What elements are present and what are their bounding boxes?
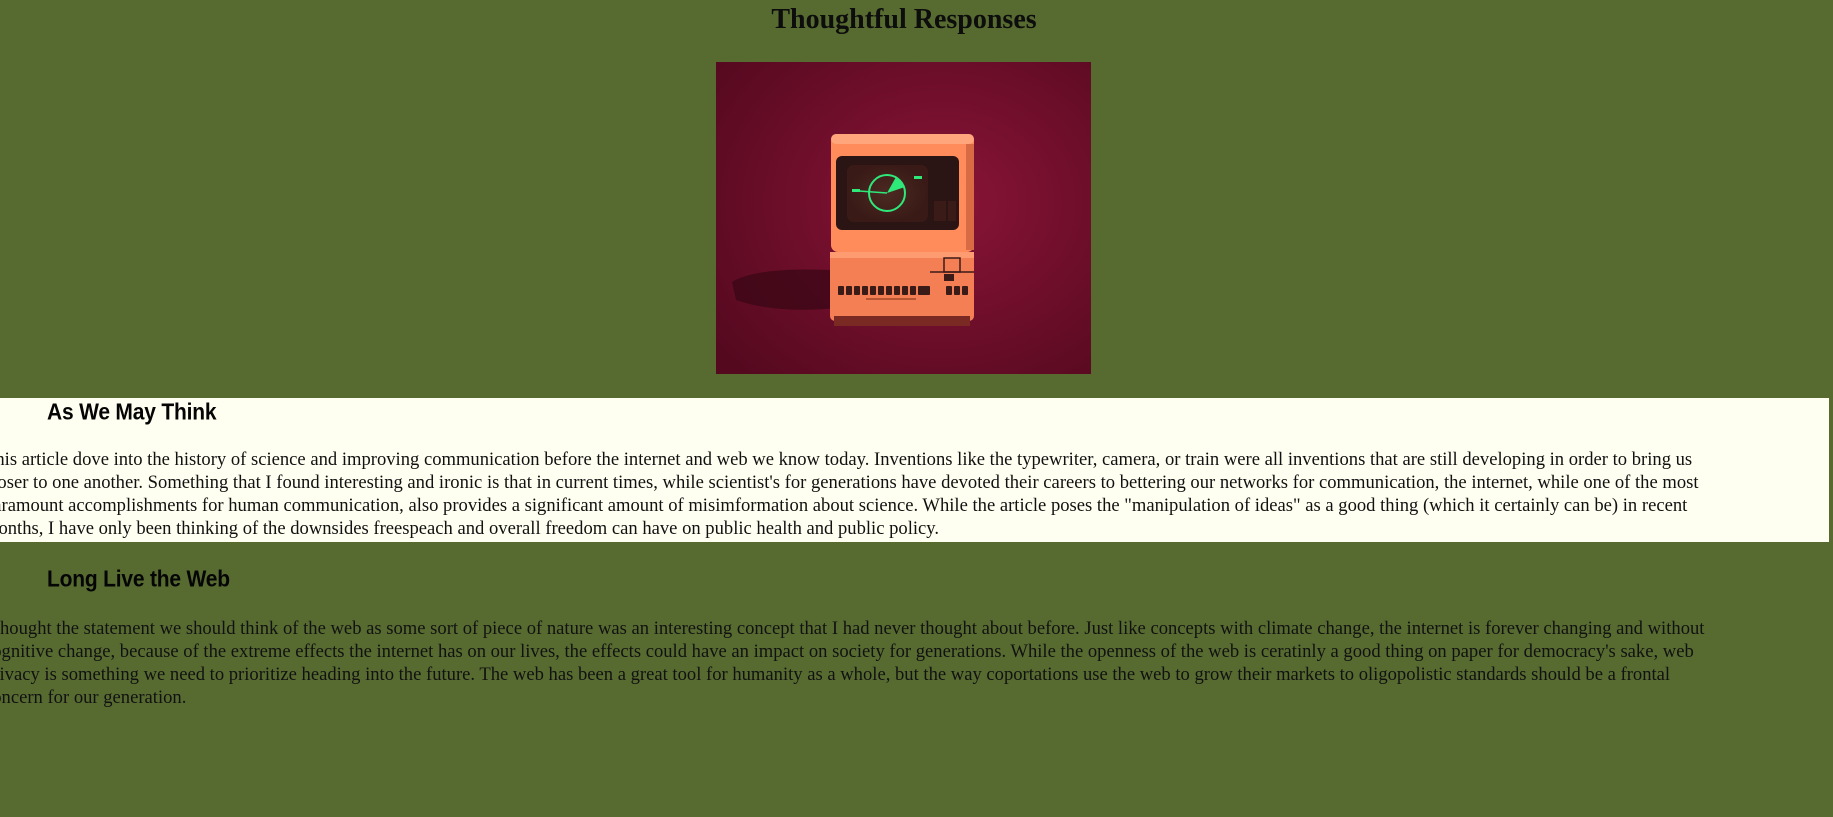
retro-computer-illustration (716, 62, 1091, 374)
body-line: privacy is something we need to prioriti… (0, 664, 1671, 685)
section-heading: Long Live the Web (47, 567, 230, 592)
body-line: months, I have only been thinking of the… (0, 518, 940, 539)
section-heading: As We May Think (47, 400, 217, 425)
body-line: paramount accomplishments for human comm… (0, 495, 1688, 516)
body-line: This article dove into the history of sc… (0, 449, 1693, 470)
page-title: Thoughtful Responses (771, 4, 1037, 35)
body-line: cognitive change, because of the extreme… (0, 641, 1694, 662)
body-line: concern for our generation. (0, 687, 187, 708)
section-long-live-the-web: Long Live the Web I thought the statemen… (0, 566, 1829, 716)
body-line: closer to one another. Something that I … (0, 472, 1699, 493)
section-as-we-may-think: As We May Think This article dove into t… (0, 398, 1829, 542)
body-line: I thought the statement we should think … (0, 618, 1705, 639)
section-body: This article dove into the history of sc… (0, 448, 1829, 540)
hero-image (716, 62, 1091, 374)
section-body: I thought the statement we should think … (0, 617, 1829, 709)
